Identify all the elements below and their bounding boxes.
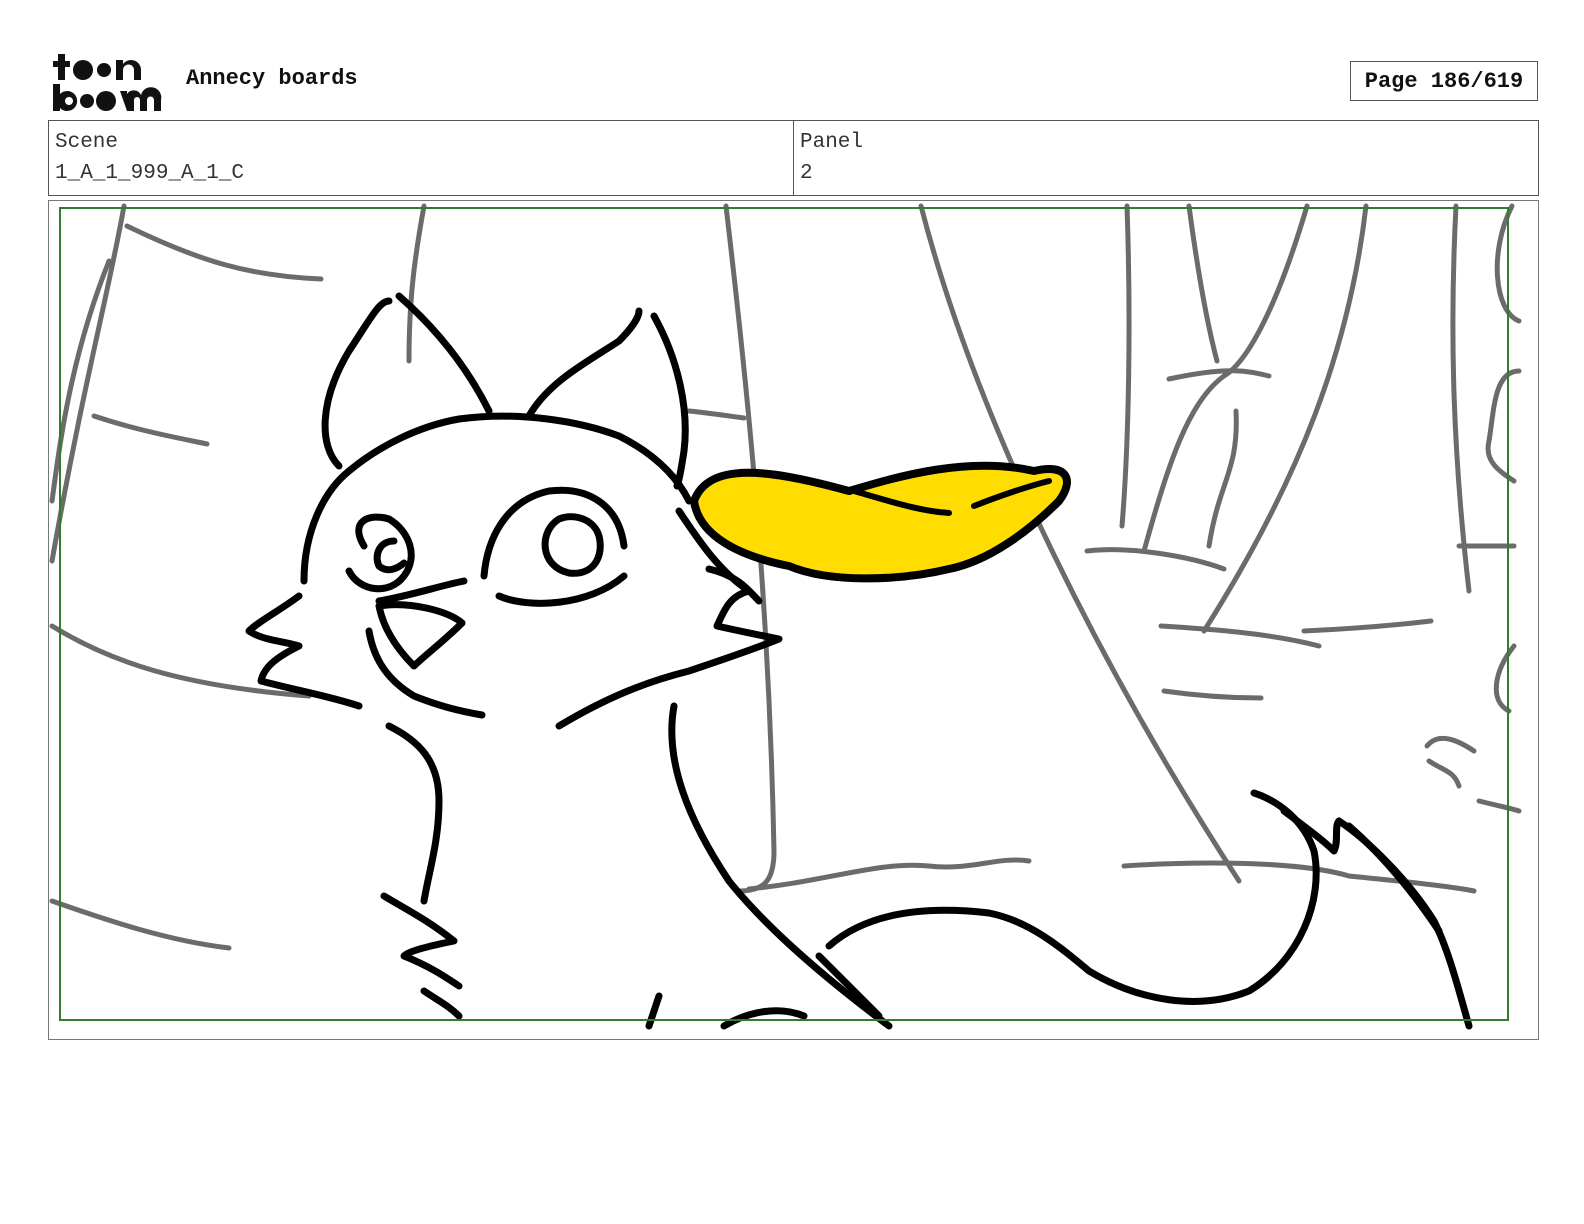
scene-value: 1_A_1_999_A_1_C [55, 162, 245, 185]
scene-cell: Scene 1_A_1_999_A_1_C [49, 121, 793, 195]
panel-label: Panel [800, 131, 864, 154]
panel-value: 2 [800, 162, 813, 185]
document-title: Annecy boards [186, 66, 358, 91]
fox-character [245, 292, 1473, 1030]
toon-boom-logo [53, 54, 162, 111]
page-indicator: Page 186/619 [1350, 61, 1538, 101]
storyboard-panel [48, 200, 1539, 1040]
background-sketch [49, 203, 1522, 951]
scene-panel-info: Scene 1_A_1_999_A_1_C Panel 2 [48, 120, 1539, 196]
page-label: Page 186/619 [1364, 68, 1524, 94]
panel-cell: Panel 2 [793, 121, 1538, 195]
yellow-leaf [690, 461, 1071, 583]
storyboard-drawing [49, 203, 1522, 1030]
scene-label: Scene [55, 131, 119, 154]
